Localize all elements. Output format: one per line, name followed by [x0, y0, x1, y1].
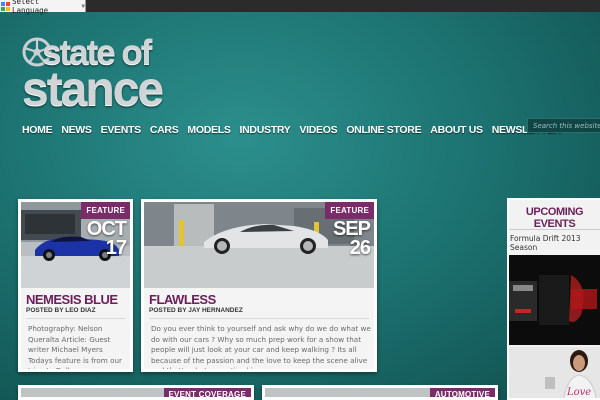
post-date-day: 17: [105, 237, 127, 259]
widget-title: UPCOMING EVENTS: [525, 206, 584, 230]
post-title[interactable]: NEMESIS BLUE: [26, 292, 118, 307]
post-byline: POSTED BY JAY HERNANDEZ: [149, 307, 243, 314]
post-image[interactable]: FEATURE SEP 26: [144, 202, 374, 288]
nav-item-models[interactable]: MODELS: [187, 124, 230, 136]
upcoming-events-widget: UPCOMING EVENTS Formula Drift 2013 Seaso…: [507, 198, 600, 400]
category-tag[interactable]: FEATURE: [81, 202, 130, 219]
post-date: SEP 26: [333, 219, 371, 259]
top-bar: [0, 0, 600, 12]
svg-text:Love: Love: [566, 387, 591, 398]
post-date: OCT 17: [87, 219, 127, 259]
formula-drift-poster-image: [509, 255, 600, 345]
nav-item-news[interactable]: NEWS: [61, 124, 92, 136]
event-poster[interactable]: [509, 255, 600, 345]
nav-item-online-store[interactable]: ONLINE STORE: [346, 124, 421, 136]
google-translate-icon: [1, 1, 10, 11]
post-card[interactable]: FEATURE SEP 26 FLAWLESS POSTED BY JAY HE…: [141, 199, 377, 372]
post-byline: POSTED BY LEO DIAZ: [26, 307, 96, 314]
language-select[interactable]: Select Language ▼: [0, 0, 86, 15]
category-tag[interactable]: EVENT COVERAGE: [163, 388, 251, 397]
divider: [26, 318, 125, 319]
model-photo[interactable]: Love: [509, 347, 600, 398]
category-tag[interactable]: FEATURE: [325, 202, 374, 219]
nav-item-about-us[interactable]: ABOUT US: [430, 124, 483, 136]
logo-line-2: stance: [22, 63, 164, 116]
model-photo-image: Love: [509, 347, 600, 398]
post-image[interactable]: FEATURE OCT 17: [21, 202, 130, 288]
nav-item-videos[interactable]: VIDEOS: [299, 124, 337, 136]
post-excerpt: Do you ever think to yourself and ask wh…: [151, 324, 371, 372]
event-link[interactable]: Formula Drift 2013 Season: [510, 234, 600, 252]
search-input[interactable]: Search this website...: [527, 118, 600, 133]
post-excerpt: Photography: Nelson Queralta Article: Gu…: [28, 324, 122, 372]
post-card[interactable]: AUTOMOTIVE: [262, 385, 498, 400]
nav-item-events[interactable]: EVENTS: [101, 124, 142, 136]
site-logo[interactable]: state of stance: [22, 33, 188, 116]
nav-item-home[interactable]: HOME: [22, 124, 53, 136]
main-nav: HOME NEWS EVENTS CARS MODELS INDUSTRY VI…: [22, 124, 561, 136]
divider: [509, 229, 600, 230]
post-title[interactable]: FLAWLESS: [149, 292, 216, 307]
language-select-label: Select Language: [12, 0, 49, 15]
category-tag[interactable]: AUTOMOTIVE: [429, 388, 495, 397]
nav-item-industry[interactable]: INDUSTRY: [240, 124, 291, 136]
post-card[interactable]: FEATURE OCT 17 NEMESIS BLUE POSTED BY LE…: [18, 199, 133, 372]
chevron-down-icon: ▼: [81, 2, 85, 10]
nav-item-cars[interactable]: CARS: [150, 124, 179, 136]
divider: [149, 318, 369, 319]
post-date-day: 26: [349, 237, 371, 259]
post-card[interactable]: EVENT COVERAGE: [18, 385, 254, 400]
